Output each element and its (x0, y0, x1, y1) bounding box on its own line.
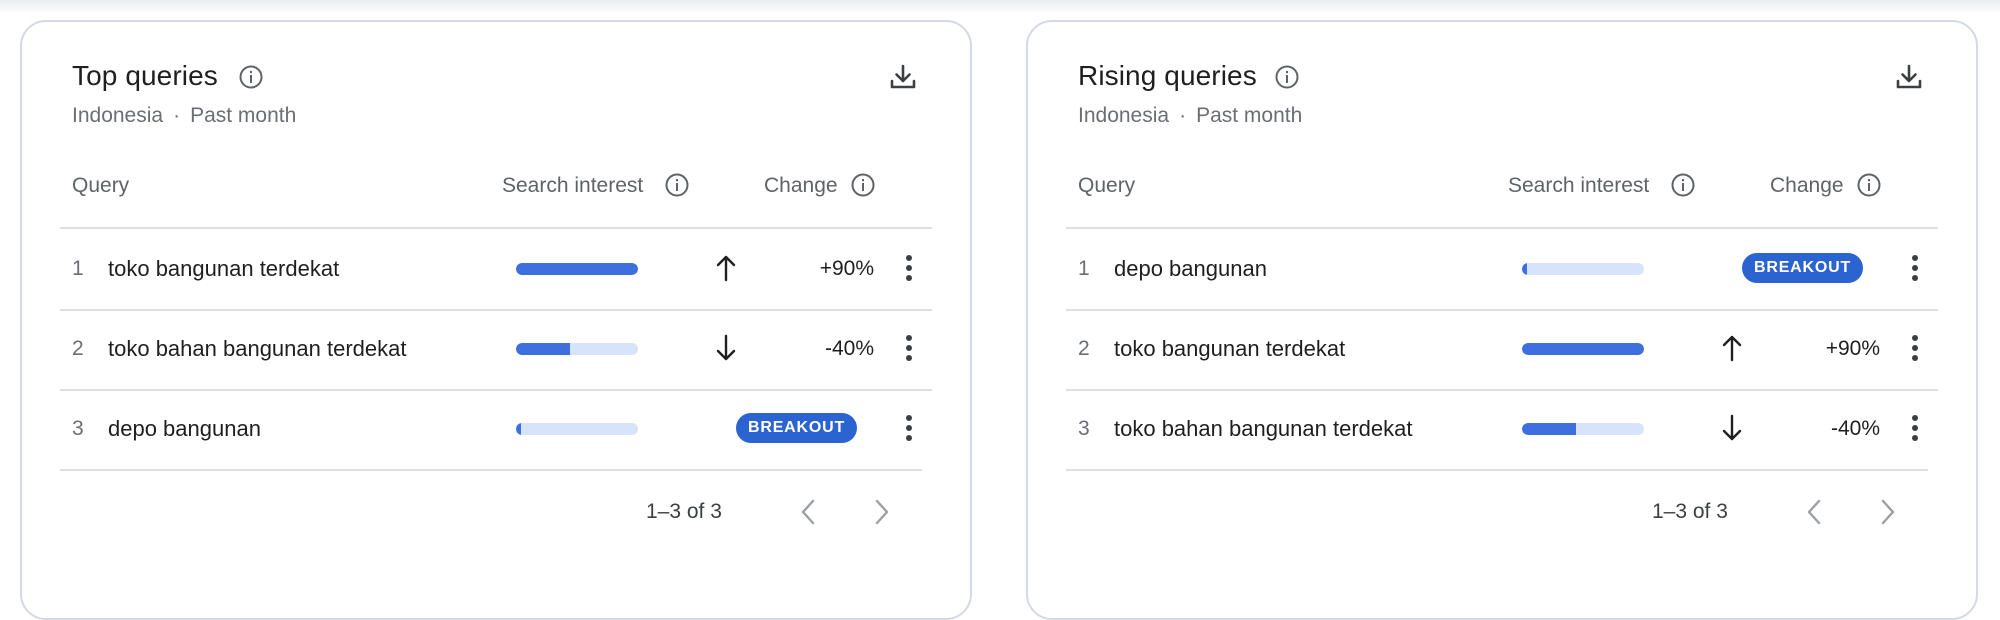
table-row[interactable]: 3 depo bangunan BREAKOUT (60, 389, 932, 469)
pagination-label: 1–3 of 3 (646, 500, 722, 523)
period-label: Past month (190, 104, 297, 127)
card-title: Top queries (72, 60, 218, 91)
row-query[interactable]: depo bangunan (108, 416, 261, 442)
more-vert-icon[interactable] (904, 253, 914, 288)
row-divider (1066, 469, 1928, 471)
info-icon[interactable] (850, 172, 876, 204)
change-value: +90% (819, 257, 874, 280)
search-interest-bar (516, 423, 638, 435)
row-query[interactable]: toko bangunan terdekat (108, 256, 339, 282)
card-subtitle: Indonesia · Past month (1078, 104, 1302, 128)
more-vert-icon[interactable] (1910, 413, 1920, 448)
bar-fill (1522, 263, 1527, 275)
row-query[interactable]: toko bahan bangunan terdekat (1114, 416, 1412, 442)
bar-fill (516, 343, 570, 355)
pagination-label: 1–3 of 3 (1652, 500, 1728, 523)
breakout-badge: BREAKOUT (1742, 253, 1864, 283)
more-vert-icon[interactable] (1910, 333, 1920, 368)
arrow-down-icon (1720, 411, 1744, 450)
arrow-down-icon (714, 331, 738, 370)
column-header-search-interest: Search interest (502, 174, 644, 197)
change-value: +90% (1825, 337, 1880, 360)
info-icon[interactable] (664, 172, 690, 204)
column-header-change: Change (764, 174, 838, 197)
bar-fill (516, 423, 521, 435)
row-query[interactable]: toko bahan bangunan terdekat (108, 336, 406, 362)
bar-fill (1522, 423, 1576, 435)
table-row[interactable]: 1 toko bangunan terdekat +90% (60, 229, 932, 309)
more-vert-icon[interactable] (904, 333, 914, 368)
bar-fill (516, 263, 638, 275)
column-header-search-interest: Search interest (1508, 174, 1650, 197)
info-icon[interactable] (1856, 172, 1882, 204)
chevron-right-icon[interactable] (1876, 496, 1898, 533)
change-value: -40% (1830, 417, 1880, 440)
download-icon (1896, 64, 1922, 89)
more-vert-icon[interactable] (904, 413, 914, 448)
download-button[interactable] (888, 62, 918, 97)
region-label: Indonesia (1078, 104, 1170, 127)
table-row[interactable]: 3 toko bahan bangunan terdekat -40% (1066, 389, 1938, 469)
row-rank: 3 (72, 417, 84, 440)
chevron-left-icon[interactable] (1804, 496, 1826, 533)
change-value: -40% (824, 337, 874, 360)
column-header-query: Query (1078, 174, 1136, 197)
separator: · (173, 104, 181, 127)
row-rank: 2 (1078, 337, 1090, 360)
region-label: Indonesia (72, 104, 164, 127)
search-interest-bar (516, 343, 638, 355)
chevron-left-icon[interactable] (798, 496, 820, 533)
row-query[interactable]: depo bangunan (1114, 256, 1267, 282)
card-subtitle: Indonesia · Past month (72, 104, 296, 128)
info-icon[interactable] (1670, 172, 1696, 204)
table-row[interactable]: 2 toko bahan bangunan terdekat -40% (60, 309, 932, 389)
top-shadow (0, 0, 2000, 14)
breakout-badge: BREAKOUT (736, 413, 858, 443)
table-row[interactable]: 2 toko bangunan terdekat +90% (1066, 309, 1938, 389)
arrow-up-icon (714, 251, 738, 290)
rising-queries-card: Rising queries Indonesia · Past month Quer… (1026, 20, 1978, 620)
arrow-up-icon (1720, 331, 1744, 370)
more-vert-icon[interactable] (1910, 253, 1920, 288)
top-queries-card: Top queries Indonesia · Past month Query S… (20, 20, 972, 620)
row-rank: 3 (1078, 417, 1090, 440)
period-label: Past month (1196, 104, 1303, 127)
column-header-query: Query (72, 174, 130, 197)
column-header-change: Change (1770, 174, 1844, 197)
download-icon (890, 64, 916, 89)
card-title: Rising queries (1078, 60, 1257, 91)
row-divider (60, 469, 922, 471)
bar-fill (1522, 343, 1644, 355)
row-rank: 1 (1078, 257, 1090, 280)
info-icon[interactable] (1274, 64, 1300, 95)
row-rank: 2 (72, 337, 84, 360)
separator: · (1179, 104, 1187, 127)
table-row[interactable]: 1 depo bangunan BREAKOUT (1066, 229, 1938, 309)
search-interest-bar (516, 263, 638, 275)
search-interest-bar (1522, 263, 1644, 275)
row-query[interactable]: toko bangunan terdekat (1114, 336, 1345, 362)
info-icon[interactable] (238, 64, 264, 95)
download-button[interactable] (1894, 62, 1924, 97)
search-interest-bar (1522, 343, 1644, 355)
search-interest-bar (1522, 423, 1644, 435)
chevron-right-icon[interactable] (870, 496, 892, 533)
row-rank: 1 (72, 257, 84, 280)
